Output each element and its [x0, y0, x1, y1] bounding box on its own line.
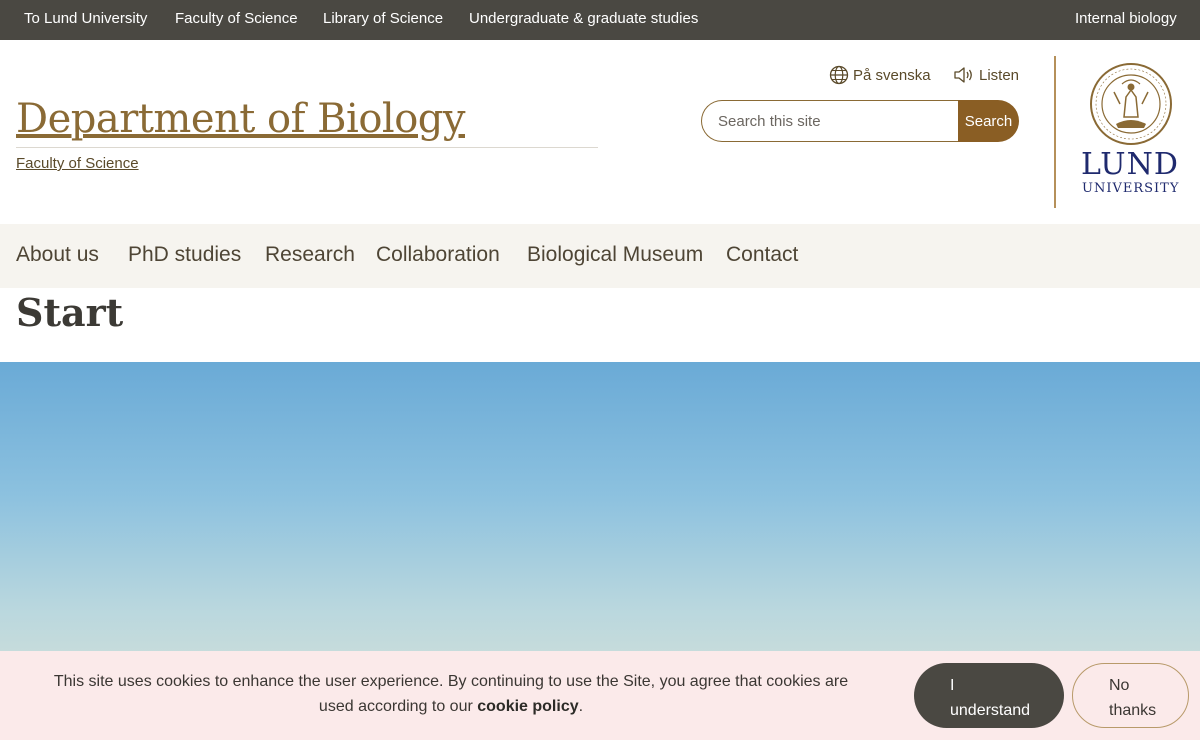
search-input[interactable]	[701, 100, 963, 142]
globe-icon	[829, 65, 849, 85]
cookie-message-text: This site uses cookies to enhance the us…	[53, 673, 849, 715]
nav-contact[interactable]: Contact	[726, 224, 798, 288]
cookie-accept-line1: I	[950, 677, 955, 694]
top-link-library-of-science[interactable]: Library of Science	[323, 0, 443, 40]
nav-biological-museum[interactable]: Biological Museum	[527, 224, 703, 288]
cookie-accept-line2: understand	[950, 702, 1031, 719]
nav-collaboration[interactable]: Collaboration	[376, 224, 500, 288]
top-link-studies[interactable]: Undergraduate & graduate studies	[469, 0, 698, 40]
cookie-accept-button[interactable]: I understand	[914, 663, 1064, 728]
top-link-lund-university[interactable]: To Lund University	[24, 0, 147, 40]
nav-phd-studies[interactable]: PhD studies	[128, 224, 241, 288]
listen-link-label: Listen	[979, 66, 1020, 84]
logo-divider	[1054, 56, 1056, 208]
top-link-faculty-of-science[interactable]: Faculty of Science	[175, 0, 298, 40]
title-divider	[16, 147, 598, 148]
cookie-decline-line2: thanks	[1109, 702, 1157, 719]
search-button[interactable]: Search	[958, 100, 1019, 142]
top-utility-bar: To Lund University Faculty of Science Li…	[0, 0, 1200, 40]
cookie-decline-line1: No	[1109, 677, 1130, 694]
cookie-decline-button[interactable]: No thanks	[1072, 663, 1189, 728]
logo-wordmark-university: UNIVERSITY	[1082, 181, 1180, 196]
nav-about-us[interactable]: About us	[16, 224, 99, 288]
cookie-message-end: .	[578, 698, 584, 715]
language-link[interactable]: På svenska	[829, 64, 931, 86]
site-title[interactable]: Department of Biology	[16, 96, 466, 142]
site-search: Search	[701, 100, 1019, 142]
cookie-policy-link[interactable]: cookie policy	[477, 698, 578, 715]
site-subtitle[interactable]: Faculty of Science	[16, 155, 139, 172]
top-link-internal-biology[interactable]: Internal biology	[1075, 0, 1177, 40]
speaker-icon	[954, 67, 972, 83]
logo-wordmark-lund: LUND	[1081, 147, 1179, 182]
main-navigation: About us PhD studies Research Collaborat…	[0, 224, 1200, 288]
cookie-message: This site uses cookies to enhance the us…	[46, 669, 856, 719]
listen-link[interactable]: Listen	[953, 64, 1019, 86]
language-link-label: På svenska	[853, 66, 931, 84]
nav-research[interactable]: Research	[265, 224, 355, 288]
page-title: Start	[16, 290, 124, 335]
